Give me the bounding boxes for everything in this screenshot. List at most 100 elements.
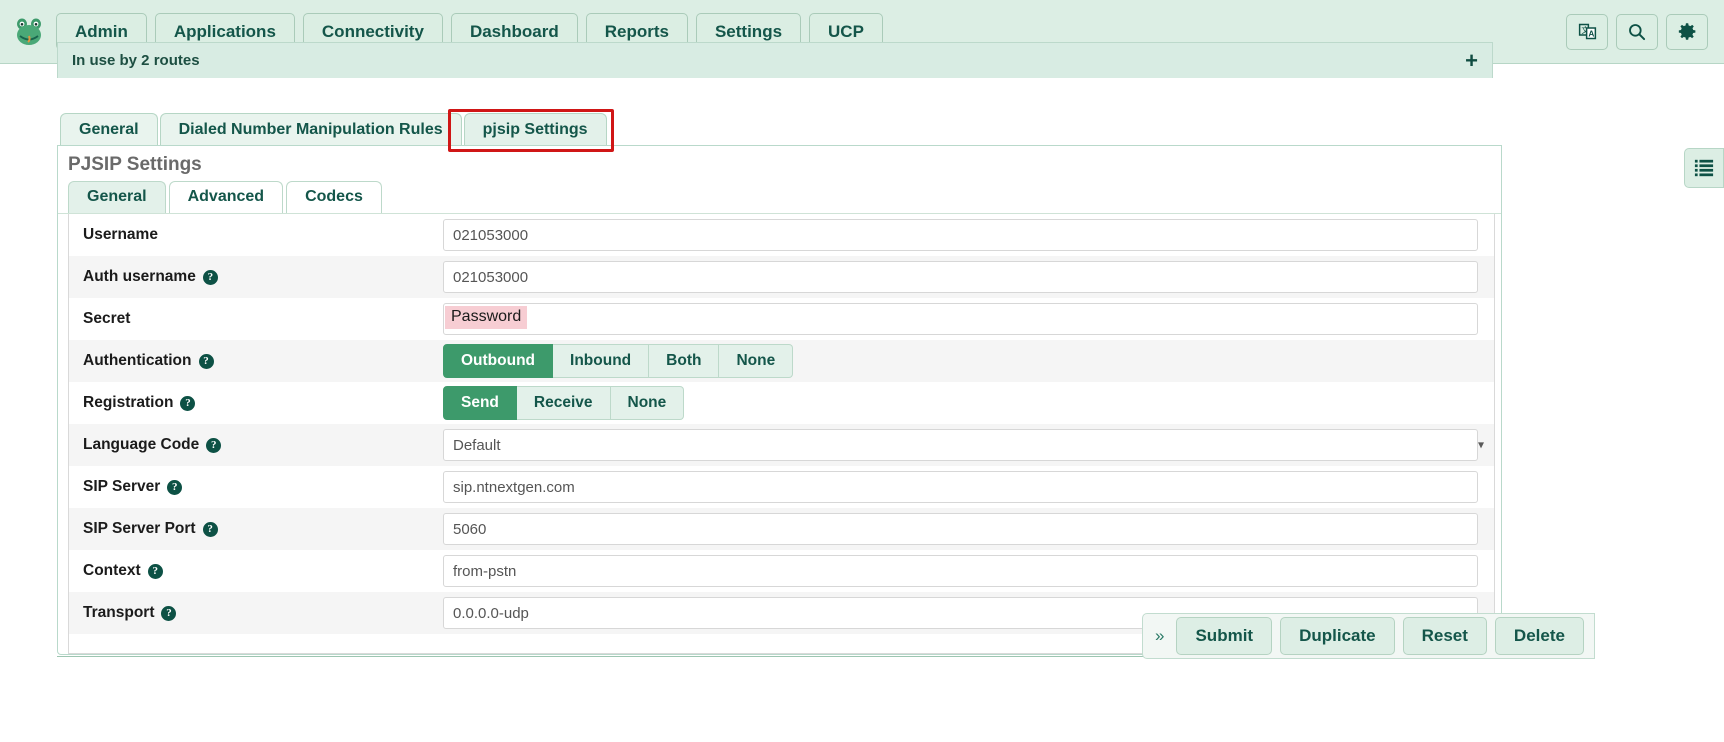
gear-icon[interactable] <box>1666 13 1708 50</box>
label-sip-server-port: SIP Server Port ? <box>83 520 443 538</box>
delete-button[interactable]: Delete <box>1494 617 1584 655</box>
auth-option-inbound[interactable]: Inbound <box>553 344 650 378</box>
field-authentication-wrap: Outbound Inbound Both None <box>443 344 1494 378</box>
form-row-language-code: Language Code ? Default ▾ <box>69 424 1494 466</box>
registration-option-receive-label: Receive <box>533 394 593 411</box>
form-row-registration: Registration ? Send Receive None <box>69 382 1494 424</box>
add-route-plus-icon[interactable]: + <box>1465 49 1478 72</box>
label-sip-server: SIP Server ? <box>83 478 443 496</box>
submit-button-label: Submit <box>1195 626 1254 645</box>
help-icon-sip-server[interactable]: ? <box>167 479 183 495</box>
main-tab-strip: General Dialed Number Manipulation Rules… <box>60 113 609 147</box>
secret-input[interactable] <box>443 303 1478 335</box>
pjsip-general-form: Username Auth username ? Secret Passwor <box>68 214 1495 654</box>
subtab-general-label: General <box>87 188 147 205</box>
delete-button-label: Delete <box>1513 626 1565 645</box>
auth-username-input[interactable] <box>443 261 1478 293</box>
subtab-advanced[interactable]: Advanced <box>168 181 284 213</box>
search-icon[interactable] <box>1616 13 1658 50</box>
label-auth-username-text: Auth username <box>83 268 196 285</box>
form-row-secret: Secret Password <box>69 298 1494 340</box>
field-registration-wrap: Send Receive None <box>443 386 1494 420</box>
label-sip-server-text: SIP Server <box>83 478 161 495</box>
help-icon-sip-server-port[interactable]: ? <box>202 521 218 537</box>
field-language-code-wrap: Default ▾ <box>443 429 1494 461</box>
subtab-codecs-label: Codecs <box>305 188 363 205</box>
help-icon-transport[interactable]: ? <box>161 605 177 621</box>
submit-button[interactable]: Submit <box>1176 617 1273 655</box>
sip-server-port-input[interactable] <box>443 513 1478 545</box>
registration-option-send[interactable]: Send <box>443 386 517 420</box>
field-username-wrap <box>443 219 1494 251</box>
label-context-text: Context <box>83 562 141 579</box>
auth-option-outbound[interactable]: Outbound <box>443 344 554 378</box>
field-sip-server-port-wrap <box>443 513 1494 545</box>
auth-option-none[interactable]: None <box>719 344 794 378</box>
label-secret: Secret <box>83 310 443 328</box>
form-action-bar: » Submit Duplicate Reset Delete <box>1142 613 1595 659</box>
field-context-wrap <box>443 555 1494 587</box>
context-input[interactable] <box>443 555 1478 587</box>
subtab-advanced-label: Advanced <box>187 188 265 205</box>
field-secret-wrap: Password <box>443 303 1494 335</box>
registration-option-none-label: None <box>627 394 667 411</box>
duplicate-button-label: Duplicate <box>1299 626 1376 645</box>
form-row-sip-server: SIP Server ? <box>69 466 1494 508</box>
form-row-authentication: Authentication ? Outbound Inbound Both N… <box>69 340 1494 382</box>
nav-connectivity-label: Connectivity <box>321 21 424 41</box>
nav-dashboard-label: Dashboard <box>469 21 559 41</box>
label-transport: Transport ? <box>83 604 443 622</box>
registration-option-receive[interactable]: Receive <box>516 386 611 420</box>
authentication-button-group: Outbound Inbound Both None <box>443 344 794 378</box>
topbar-right-icons: 文 A <box>1566 13 1712 50</box>
help-icon-registration[interactable]: ? <box>180 395 196 411</box>
label-secret-text: Secret <box>83 310 131 327</box>
help-icon-language-code[interactable]: ? <box>206 437 222 453</box>
auth-option-both[interactable]: Both <box>649 344 720 378</box>
label-language-code-text: Language Code <box>83 436 200 453</box>
chevron-down-icon: ▾ <box>1477 437 1484 452</box>
auth-option-inbound-label: Inbound <box>570 352 632 369</box>
svg-text:A: A <box>1588 28 1594 38</box>
tab-general[interactable]: General <box>60 113 158 147</box>
help-icon-auth-username[interactable]: ? <box>202 269 218 285</box>
field-auth-username-wrap <box>443 261 1494 293</box>
label-username-text: Username <box>83 226 158 243</box>
reset-button-label: Reset <box>1421 626 1468 645</box>
tab-pjsip-settings[interactable]: pjsip Settings <box>463 113 607 147</box>
subtab-general[interactable]: General <box>68 181 166 213</box>
in-use-text: In use by 2 routes <box>72 52 200 69</box>
registration-option-send-label: Send <box>461 394 499 411</box>
pjsip-settings-panel: PJSIP Settings General Advanced Codecs U… <box>57 145 1502 655</box>
label-context: Context ? <box>83 562 443 580</box>
username-input[interactable] <box>443 219 1478 251</box>
sip-server-input[interactable] <box>443 471 1478 503</box>
label-auth-username: Auth username ? <box>83 268 443 286</box>
help-icon-context[interactable]: ? <box>147 563 163 579</box>
tab-dnmr-label: Dialed Number Manipulation Rules <box>178 121 443 138</box>
help-icon-authentication[interactable]: ? <box>198 353 214 369</box>
page-title: PJSIP Settings <box>68 154 202 175</box>
freepbx-frog-logo-icon[interactable] <box>12 15 46 49</box>
nav-applications-label: Applications <box>173 21 276 41</box>
nav-ucp-label: UCP <box>828 21 864 41</box>
translate-icon[interactable]: 文 A <box>1566 13 1608 50</box>
list-icon[interactable] <box>1684 148 1724 188</box>
form-row-sip-server-port: SIP Server Port ? <box>69 508 1494 550</box>
form-row-context: Context ? <box>69 550 1494 592</box>
subtab-codecs[interactable]: Codecs <box>286 181 382 213</box>
label-registration-text: Registration <box>83 394 174 411</box>
expand-action-bar-icon[interactable]: » <box>1151 626 1168 646</box>
reset-button[interactable]: Reset <box>1402 617 1487 655</box>
registration-button-group: Send Receive None <box>443 386 685 420</box>
tab-general-label: General <box>79 121 139 138</box>
pjsip-subtab-strip: General Advanced Codecs <box>58 181 1501 214</box>
label-username: Username <box>83 226 443 244</box>
registration-option-none[interactable]: None <box>610 386 685 420</box>
tab-dialed-number-manipulation-rules[interactable]: Dialed Number Manipulation Rules <box>159 113 462 147</box>
label-sip-server-port-text: SIP Server Port <box>83 520 196 537</box>
duplicate-button[interactable]: Duplicate <box>1280 617 1395 655</box>
auth-option-both-label: Both <box>666 352 702 369</box>
language-code-select[interactable]: Default <box>443 429 1478 461</box>
form-row-auth-username: Auth username ? <box>69 256 1494 298</box>
